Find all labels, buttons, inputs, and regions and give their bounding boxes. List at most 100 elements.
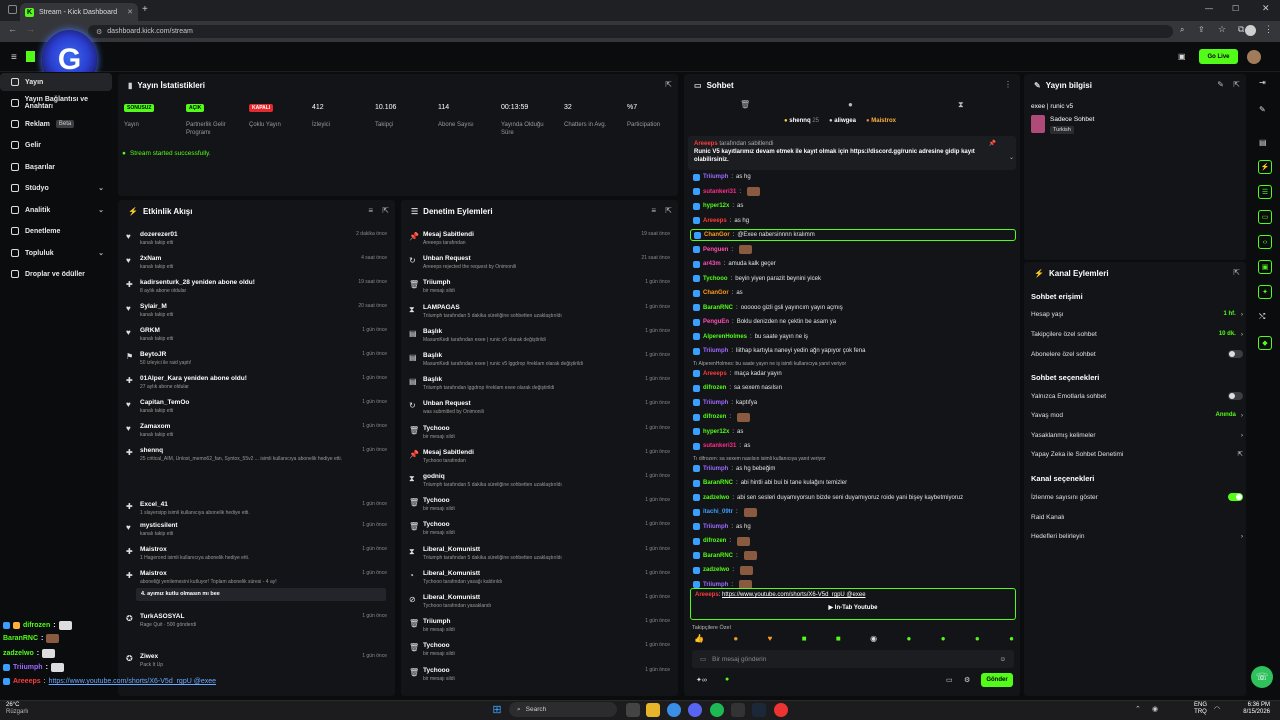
pin-icon[interactable]: 📌 [989, 140, 996, 147]
rail-chat-icon[interactable]: ▭ [1258, 210, 1272, 224]
chat-username[interactable]: ChanGor [703, 290, 729, 296]
weather-widget[interactable]: 26°C Rüzgarlı [6, 702, 28, 716]
wifi-icon[interactable]: ◠ [1214, 705, 1220, 713]
chat-username[interactable]: Penguen [703, 247, 728, 253]
nav-item-studio[interactable]: Stüdyo ⌄ [0, 179, 112, 197]
rail-bolt-icon[interactable]: ⚡ [1258, 160, 1272, 174]
chat-username[interactable]: BaranRNC [703, 305, 733, 311]
chat-username[interactable]: ChanGor [704, 232, 730, 238]
rail-expand-icon[interactable]: ⇥ [1259, 78, 1266, 87]
emote-icon[interactable]: ● [1009, 634, 1014, 646]
chat-username[interactable]: hyper12x [703, 429, 729, 435]
chat-username[interactable]: Tychooo [703, 276, 728, 282]
activity-name[interactable]: Maistrox [140, 570, 167, 577]
banned-words-row[interactable]: Yasaklanmış kelimeler › [1031, 428, 1243, 442]
moderation-name[interactable]: Unban Request [423, 255, 471, 262]
trash-icon[interactable]: 🗑 [740, 100, 750, 109]
moderation-name[interactable]: Triiumph [423, 279, 450, 286]
chat-username[interactable]: BaranRNC [703, 553, 733, 559]
rail-diamond-icon[interactable]: ◆ [1258, 336, 1272, 350]
emote-icon[interactable]: 👍 [694, 634, 704, 646]
moderation-name[interactable]: Liberal_Komunistt [423, 546, 480, 553]
chat-mode-icon[interactable]: ▭ [946, 676, 953, 684]
chat-username[interactable]: zadzelwo [703, 567, 729, 573]
emotes-only-row[interactable]: Yalnızca Emotlarla sohbet [1031, 389, 1243, 403]
activity-name[interactable]: Maistrox [140, 546, 167, 553]
rail-share-icon[interactable]: ⤭ [1259, 312, 1265, 322]
slow-mode-row[interactable]: Yavaş mod Anında › [1031, 408, 1243, 422]
maximize-icon[interactable]: ☐ [1232, 4, 1239, 13]
category-name[interactable]: Sadece Sohbet [1050, 116, 1094, 123]
emote-icon[interactable]: ● [906, 634, 911, 646]
moderation-name[interactable]: Liberal_Komunistt [423, 594, 480, 601]
chat-username[interactable]: Triiumph [703, 174, 728, 180]
taskbar-search[interactable]: ⌕ Search [509, 702, 617, 717]
chat-username[interactable]: difrozen [703, 385, 726, 391]
rail-edit-icon[interactable]: ✎ [1259, 105, 1266, 114]
nav-item-stream-key[interactable]: Yayın Bağlantısı ve Anahtarı [0, 94, 112, 112]
show-viewers-row[interactable]: İzlenme sayısını göster [1031, 490, 1243, 504]
windows-start-icon[interactable]: ⊞ [490, 703, 504, 717]
language-indicator[interactable]: ENG TRQ [1194, 702, 1207, 716]
file-explorer-icon[interactable] [646, 703, 660, 717]
ai-moderation-row[interactable]: Yapay Zeka ile Sohbet Denetimi ⇱ [1031, 447, 1243, 461]
filter-icon[interactable]: ≡ [368, 206, 373, 215]
bookmark-star-icon[interactable]: ☆ [1218, 24, 1226, 35]
clock[interactable]: 6:36 PM 8/15/2026 [1238, 702, 1270, 716]
activity-name[interactable]: 01Alper_Kara yeniden abone oldu! [140, 375, 247, 382]
popout-icon[interactable]: ⇱ [665, 206, 672, 215]
new-tab-button[interactable]: + [142, 4, 148, 15]
zoom-icon[interactable]: ⌕ [1180, 25, 1184, 35]
rail-tv-icon[interactable]: ▣ [1258, 260, 1272, 274]
rail-code-icon[interactable]: ‹› [1258, 235, 1272, 249]
emotes-only-toggle[interactable] [1228, 392, 1243, 400]
popout-icon[interactable]: ⇱ [1233, 80, 1240, 89]
close-window-icon[interactable]: ✕ [1262, 3, 1270, 14]
activity-name[interactable]: dozerezer01 [140, 231, 178, 238]
raid-channel-row[interactable]: Raid Kanalı [1031, 510, 1243, 524]
chat-username[interactable]: Triiumph [703, 348, 728, 354]
browser-menu-icon[interactable]: ⋮ [1264, 24, 1273, 35]
activity-name[interactable]: 2xNam [140, 255, 161, 262]
gift-button-icon[interactable]: ✦∞ [696, 676, 707, 684]
activity-name[interactable]: Ziwex [140, 653, 158, 660]
moderation-name[interactable]: Başlık [423, 352, 442, 359]
studio-icon[interactable]: ▣ [1178, 52, 1186, 61]
collapse-icon[interactable]: ⌄ [1009, 154, 1014, 161]
subs-chat-toggle[interactable] [1228, 350, 1243, 358]
chat-username[interactable]: Areeeps [703, 371, 727, 377]
top-gifter-2[interactable]: ● aliwgea [829, 118, 856, 124]
moderation-name[interactable]: Mesaj Sabitlendi [423, 449, 474, 456]
tray-chevron-icon[interactable]: ⌃ [1135, 705, 1141, 713]
nav-item-achievements[interactable]: Başarılar [0, 158, 112, 176]
rail-tool-icon[interactable]: ✦ [1258, 285, 1272, 299]
nav-item-analytics[interactable]: Analitik ⌄ [0, 201, 112, 219]
popout-icon[interactable]: ⇱ [1233, 268, 1240, 277]
set-goals-row[interactable]: Hedefleri belirleyin › [1031, 529, 1243, 543]
support-chat-icon[interactable]: ☏ [1251, 666, 1273, 688]
nav-item-ads[interactable]: Reklam Beta [0, 115, 112, 133]
activity-name[interactable]: kadirsenturk_28 yeniden abone oldu! [140, 279, 255, 286]
forward-icon[interactable]: → [26, 24, 35, 34]
chat-username[interactable]: difrozen [703, 538, 726, 544]
chat-input[interactable]: ▭ Bir mesaj gönderin ☺ [692, 650, 1014, 668]
moderation-name[interactable]: Tychooo [423, 425, 450, 432]
browser-tab[interactable]: K Stream - Kick Dashboard ✕ [20, 3, 138, 21]
popout-icon[interactable]: ⇱ [382, 206, 389, 215]
points-icon[interactable]: ● [725, 676, 729, 683]
moderation-name[interactable]: LAMPAGAS [423, 304, 460, 311]
followers-chat-row[interactable]: Takipçilere özel sohbet 10 dk. › [1031, 327, 1243, 341]
terminal-icon[interactable] [731, 703, 745, 717]
chat-username[interactable]: hyper12x [703, 203, 729, 209]
moderation-name[interactable]: Başlık [423, 328, 442, 335]
kick-logo-icon[interactable] [26, 51, 35, 62]
chat-username[interactable]: difrozen [703, 414, 726, 420]
moderation-name[interactable]: Triiumph [423, 618, 450, 625]
back-icon[interactable]: ← [8, 24, 17, 34]
emote-icon[interactable]: ■ [836, 634, 841, 646]
top-gifter-1[interactable]: ● shennq 25 [784, 118, 819, 124]
moderation-name[interactable]: Liberal_Komunistt [423, 570, 480, 577]
activity-name[interactable]: Zamaxom [140, 423, 170, 430]
nav-item-community[interactable]: Topluluk ⌄ [0, 244, 112, 262]
activity-name[interactable]: TurkASOSYAL [140, 613, 184, 620]
